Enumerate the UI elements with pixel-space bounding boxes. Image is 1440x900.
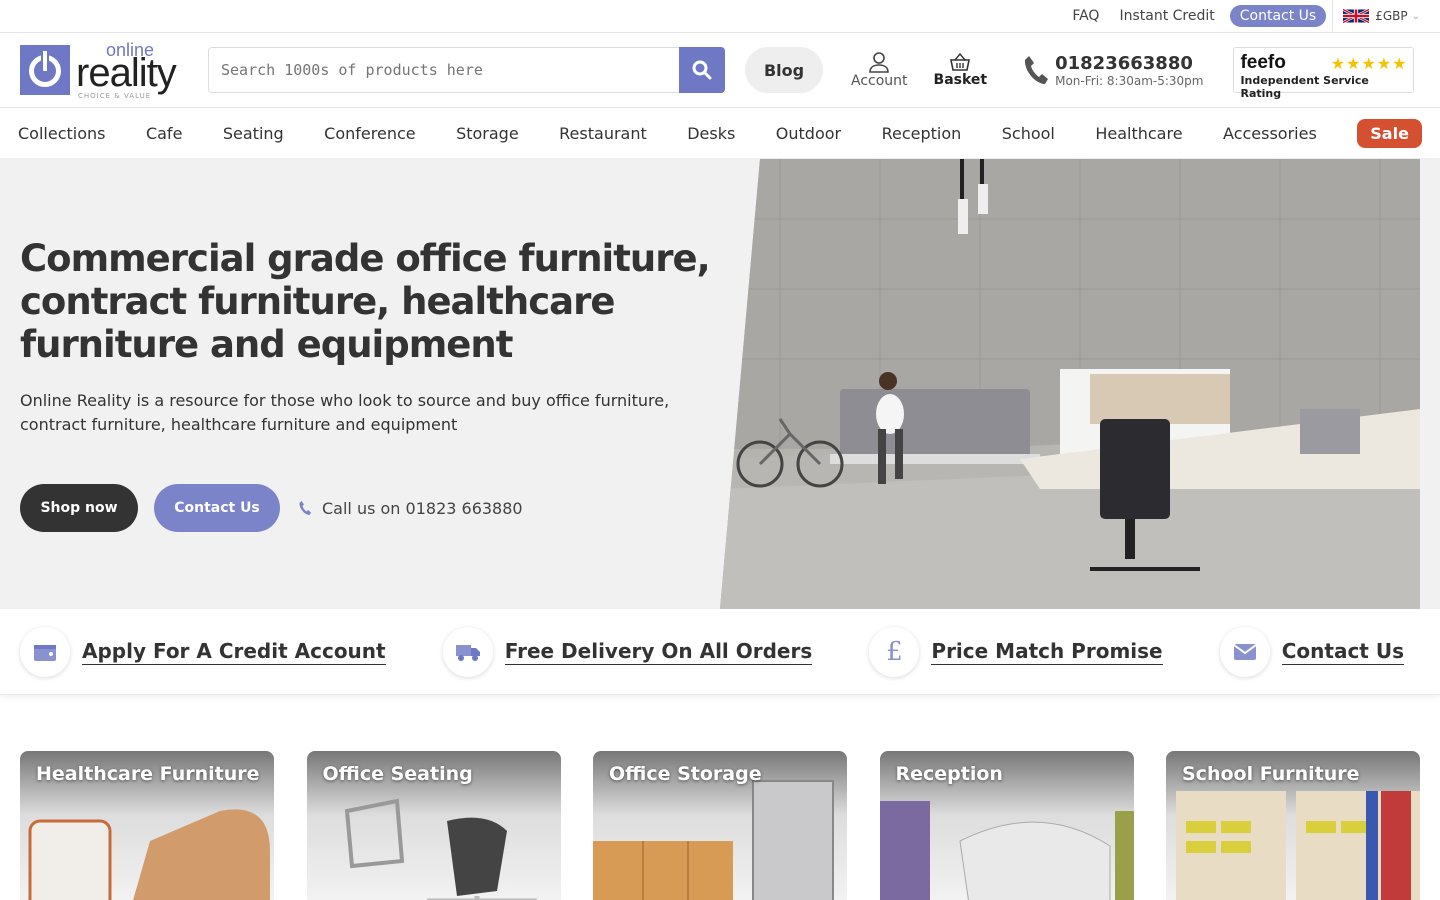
user-icon [869, 52, 890, 73]
feefo-badge[interactable]: feefo ★★★★★ Independent Service Rating [1233, 47, 1415, 100]
nav-item-collections[interactable]: Collections [18, 124, 105, 143]
account-link[interactable]: Account [851, 51, 908, 89]
site-logo[interactable]: online reality CHOICE & VALUE [20, 41, 208, 100]
search-input[interactable] [208, 47, 679, 93]
top-contact-button[interactable]: Contact Us [1229, 5, 1327, 27]
nav-item-outdoor[interactable]: Outdoor [776, 124, 841, 143]
usp-label: Free Delivery On All Orders [504, 638, 813, 665]
nav-item-conference[interactable]: Conference [324, 124, 415, 143]
phone-number: 01823663880 [1055, 52, 1193, 74]
chevron-down-icon: ⌄ [1411, 10, 1420, 22]
phone-icon [1025, 56, 1049, 84]
nav-item-accessories[interactable]: Accessories [1223, 124, 1317, 143]
category-card-seating[interactable]: Office Seating [306, 751, 561, 900]
hero-office-image [720, 159, 1420, 609]
category-grid: Healthcare Furniture Office Seating Offi… [0, 695, 1440, 900]
faq-link[interactable]: FAQ [1072, 8, 1099, 24]
currency-selector[interactable]: £GBP ⌄ [1332, 0, 1420, 33]
hero-call-text: Call us on 01823 663880 [322, 498, 523, 518]
category-title: Healthcare Furniture [36, 763, 260, 785]
logo-text-main: reality [76, 50, 177, 95]
basket-icon [950, 52, 971, 71]
nav-item-desks[interactable]: Desks [687, 124, 735, 143]
hero-contact-button[interactable]: Contact Us [154, 484, 280, 532]
power-logo-icon [20, 45, 70, 95]
uk-flag-icon [1343, 8, 1370, 24]
pound-icon: £ [886, 636, 903, 667]
usp-price-match[interactable]: £ Price Match Promise [869, 626, 1163, 677]
category-title: Reception [895, 763, 1003, 785]
wallet-icon [34, 644, 56, 661]
category-title: School Furniture [1182, 763, 1360, 785]
category-card-healthcare[interactable]: Healthcare Furniture [20, 751, 274, 900]
nav-item-restaurant[interactable]: Restaurant [559, 124, 647, 143]
phone-icon [299, 501, 311, 515]
main-nav: Collections Cafe Seating Conference Stor… [0, 108, 1440, 159]
phone-contact[interactable]: 01823663880 Mon-Fri: 8:30am-5:30pm [1023, 53, 1203, 88]
nav-item-storage[interactable]: Storage [456, 124, 519, 143]
account-label: Account [851, 73, 908, 89]
hero-title: Commercial grade office furniture, contr… [20, 237, 711, 366]
truck-icon [455, 644, 480, 661]
usp-label: Apply For A Credit Account [82, 638, 386, 665]
search-button[interactable] [679, 47, 725, 93]
usp-contact[interactable]: Contact Us [1219, 626, 1404, 677]
feefo-logo: feefo [1240, 52, 1286, 73]
usp-credit-account[interactable]: Apply For A Credit Account [20, 626, 386, 677]
nav-item-school[interactable]: School [1002, 124, 1055, 143]
feefo-rating-label: Independent Service Rating [1240, 74, 1369, 100]
hero-banner: Commercial grade office furniture, contr… [0, 159, 1440, 609]
instant-credit-link[interactable]: Instant Credit [1119, 8, 1214, 24]
nav-item-reception[interactable]: Reception [882, 124, 962, 143]
hero-subtitle: Online Reality is a resource for those w… [20, 391, 670, 434]
envelope-icon [1233, 643, 1257, 660]
category-card-school[interactable]: School Furniture [1166, 751, 1420, 900]
usp-label: Price Match Promise [931, 638, 1163, 665]
category-card-reception[interactable]: Reception [879, 751, 1134, 900]
hero-call-link[interactable]: Call us on 01823 663880 [298, 499, 523, 518]
main-header: online reality CHOICE & VALUE Blog Accou… [0, 33, 1440, 108]
nav-item-healthcare[interactable]: Healthcare [1095, 124, 1182, 143]
rating-stars-icon: ★★★★★ [1330, 53, 1408, 73]
search-bar [208, 47, 725, 93]
nav-item-sale[interactable]: Sale [1357, 118, 1422, 148]
search-icon [692, 60, 712, 80]
blog-button[interactable]: Blog [745, 47, 823, 93]
shop-now-button[interactable]: Shop now [20, 484, 138, 532]
category-card-storage[interactable]: Office Storage [593, 751, 847, 900]
nav-item-cafe[interactable]: Cafe [146, 124, 182, 143]
opening-hours: Mon-Fri: 8:30am-5:30pm [1055, 73, 1204, 88]
category-title: Office Seating [322, 763, 473, 785]
usp-bar: Apply For A Credit Account Free Delivery… [0, 609, 1440, 695]
usp-label: Contact Us [1281, 638, 1404, 665]
top-bar: FAQ Instant Credit Contact Us £GBP ⌄ [0, 0, 1440, 33]
category-title: Office Storage [609, 763, 762, 785]
nav-item-seating[interactable]: Seating [223, 124, 284, 143]
currency-label: £GBP [1375, 9, 1408, 23]
basket-link[interactable]: Basket [933, 52, 988, 88]
usp-free-delivery[interactable]: Free Delivery On All Orders [442, 626, 813, 677]
basket-label: Basket [933, 72, 988, 88]
